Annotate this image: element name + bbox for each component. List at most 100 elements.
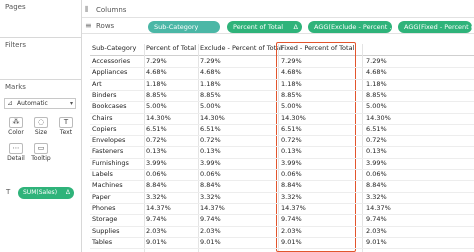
exclude-percent-cell[interactable]: 9.74% (200, 214, 221, 224)
exclude-percent-cell[interactable]: 0.06% (200, 169, 221, 179)
exclude-percent-cell[interactable]: 3.99% (200, 158, 221, 168)
percent-of-total-pill[interactable]: Percent of Total Δ (227, 21, 302, 33)
fixed-percent-cell[interactable]: 9.01% (281, 237, 302, 247)
sub-category-cell[interactable]: Chairs (92, 113, 113, 123)
fixed-percent-cell[interactable]: 14.37% (281, 203, 306, 213)
percent-of-total-cell[interactable]: 9.01% (146, 237, 167, 247)
percent-of-total-cell[interactable]: 0.06% (146, 169, 167, 179)
agg-fixed-cell[interactable]: 5.00% (366, 101, 387, 111)
percent-of-total-cell[interactable]: 4.68% (146, 67, 167, 77)
sub-category-cell[interactable]: Envelopes (92, 135, 125, 145)
percent-of-total-cell[interactable]: 7.29% (146, 56, 167, 66)
rows-shelf[interactable]: ≡ Rows Sub-Category Percent of Total Δ A… (82, 20, 474, 34)
exclude-percent-cell[interactable]: 6.51% (200, 124, 221, 134)
fixed-percent-cell[interactable]: 2.03% (281, 226, 302, 236)
fixed-percent-cell[interactable]: 9.74% (281, 214, 302, 224)
fixed-percent-cell[interactable]: 5.00% (281, 101, 302, 111)
header-exclude-percent[interactable]: Exclude - Percent of Total (200, 44, 282, 55)
agg-fixed-cell[interactable]: 2.03% (366, 226, 387, 236)
percent-of-total-cell[interactable]: 6.51% (146, 124, 167, 134)
sum-sales-pill[interactable]: SUM(Sales) Δ (18, 187, 74, 199)
percent-of-total-cell[interactable]: 8.85% (146, 90, 167, 100)
agg-fixed-cell[interactable]: 0.72% (366, 135, 387, 145)
percent-of-total-cell[interactable]: 2.03% (146, 226, 167, 236)
sub-category-cell[interactable]: Supplies (92, 226, 120, 236)
exclude-percent-cell[interactable]: 7.29% (200, 56, 221, 66)
exclude-percent-cell[interactable]: 3.32% (200, 192, 221, 202)
sub-category-cell[interactable]: Machines (92, 180, 123, 190)
sub-category-cell[interactable]: Copiers (92, 124, 117, 134)
agg-fixed-cell[interactable]: 6.51% (366, 124, 387, 134)
text-button[interactable]: T Text (55, 116, 77, 140)
agg-exclude-pill[interactable]: AGG(Exclude - Percent ... (308, 21, 392, 33)
agg-fixed-cell[interactable]: 4.68% (366, 67, 387, 77)
agg-fixed-cell[interactable]: 9.74% (366, 214, 387, 224)
exclude-percent-cell[interactable]: 2.03% (200, 226, 221, 236)
agg-fixed-cell[interactable]: 0.13% (366, 146, 387, 156)
color-button[interactable]: ⁂ Color (5, 116, 27, 140)
sub-category-cell[interactable]: Phones (92, 203, 116, 213)
fixed-percent-cell[interactable]: 0.06% (281, 169, 302, 179)
percent-of-total-cell[interactable]: 0.72% (146, 135, 167, 145)
pages-card[interactable]: Pages (0, 0, 82, 38)
exclude-percent-cell[interactable]: 5.00% (200, 101, 221, 111)
fixed-percent-cell[interactable]: 1.18% (281, 79, 302, 89)
percent-of-total-cell[interactable]: 9.74% (146, 214, 167, 224)
sub-category-cell[interactable]: Binders (92, 90, 117, 100)
exclude-percent-cell[interactable]: 14.30% (200, 113, 225, 123)
sub-category-cell[interactable]: Fasteners (92, 146, 123, 156)
fixed-percent-cell[interactable]: 3.99% (281, 158, 302, 168)
fixed-percent-cell[interactable]: 6.51% (281, 124, 302, 134)
agg-fixed-cell[interactable]: 1.18% (366, 79, 387, 89)
exclude-percent-cell[interactable]: 4.68% (200, 67, 221, 77)
percent-of-total-cell[interactable]: 14.30% (146, 113, 171, 123)
sub-category-cell[interactable]: Tables (92, 237, 112, 247)
exclude-percent-cell[interactable]: 0.72% (200, 135, 221, 145)
tooltip-button[interactable]: ▭ Tooltip (30, 142, 52, 166)
percent-of-total-cell[interactable]: 3.32% (146, 192, 167, 202)
exclude-percent-cell[interactable]: 9.01% (200, 237, 221, 247)
agg-fixed-cell[interactable]: 0.06% (366, 169, 387, 179)
agg-fixed-pill[interactable]: AGG(Fixed - Percent o... (398, 21, 472, 33)
agg-fixed-cell[interactable]: 9.01% (366, 237, 387, 247)
percent-of-total-cell[interactable]: 14.37% (146, 203, 171, 213)
sub-category-cell[interactable]: Appliances (92, 67, 127, 77)
agg-fixed-cell[interactable]: 3.99% (366, 158, 387, 168)
exclude-percent-cell[interactable]: 0.13% (200, 146, 221, 156)
fixed-percent-cell[interactable]: 8.84% (281, 180, 302, 190)
exclude-percent-cell[interactable]: 8.85% (200, 90, 221, 100)
sub-category-cell[interactable]: Labels (92, 169, 113, 179)
sub-category-cell[interactable]: Storage (92, 214, 117, 224)
exclude-percent-cell[interactable]: 8.84% (200, 180, 221, 190)
header-sub-category[interactable]: Sub-Category (92, 44, 136, 55)
size-button[interactable]: ◌ Size (30, 116, 52, 140)
sub-category-pill[interactable]: Sub-Category (148, 21, 220, 33)
percent-of-total-cell[interactable]: 5.00% (146, 101, 167, 111)
agg-fixed-cell[interactable]: 3.32% (366, 192, 387, 202)
sub-category-cell[interactable]: Art (92, 79, 102, 89)
fixed-percent-cell[interactable]: 3.32% (281, 192, 302, 202)
agg-fixed-cell[interactable]: 7.29% (366, 56, 387, 66)
fixed-percent-cell[interactable]: 7.29% (281, 56, 302, 66)
exclude-percent-cell[interactable]: 1.18% (200, 79, 221, 89)
fixed-percent-cell[interactable]: 4.68% (281, 67, 302, 77)
percent-of-total-cell[interactable]: 0.13% (146, 146, 167, 156)
agg-fixed-cell[interactable]: 14.30% (366, 113, 391, 123)
percent-of-total-cell[interactable]: 1.18% (146, 79, 167, 89)
columns-shelf[interactable]: ⦀ Columns (82, 4, 474, 18)
detail-button[interactable]: ⋯ Detail (5, 142, 27, 166)
mark-type-dropdown[interactable]: ⊿ Automatic ▾ (4, 98, 76, 109)
percent-of-total-cell[interactable]: 8.84% (146, 180, 167, 190)
filters-card[interactable]: Filters (0, 38, 82, 80)
fixed-percent-cell[interactable]: 8.85% (281, 90, 302, 100)
fixed-percent-cell[interactable]: 14.30% (281, 113, 306, 123)
sub-category-cell[interactable]: Paper (92, 192, 110, 202)
sub-category-cell[interactable]: Accessories (92, 56, 130, 66)
header-percent-of-total[interactable]: Percent of Total (146, 44, 196, 55)
agg-fixed-cell[interactable]: 14.37% (366, 203, 391, 213)
agg-fixed-cell[interactable]: 8.84% (366, 180, 387, 190)
fixed-percent-cell[interactable]: 0.72% (281, 135, 302, 145)
exclude-percent-cell[interactable]: 14.37% (200, 203, 225, 213)
percent-of-total-cell[interactable]: 3.99% (146, 158, 167, 168)
fixed-percent-cell[interactable]: 0.13% (281, 146, 302, 156)
